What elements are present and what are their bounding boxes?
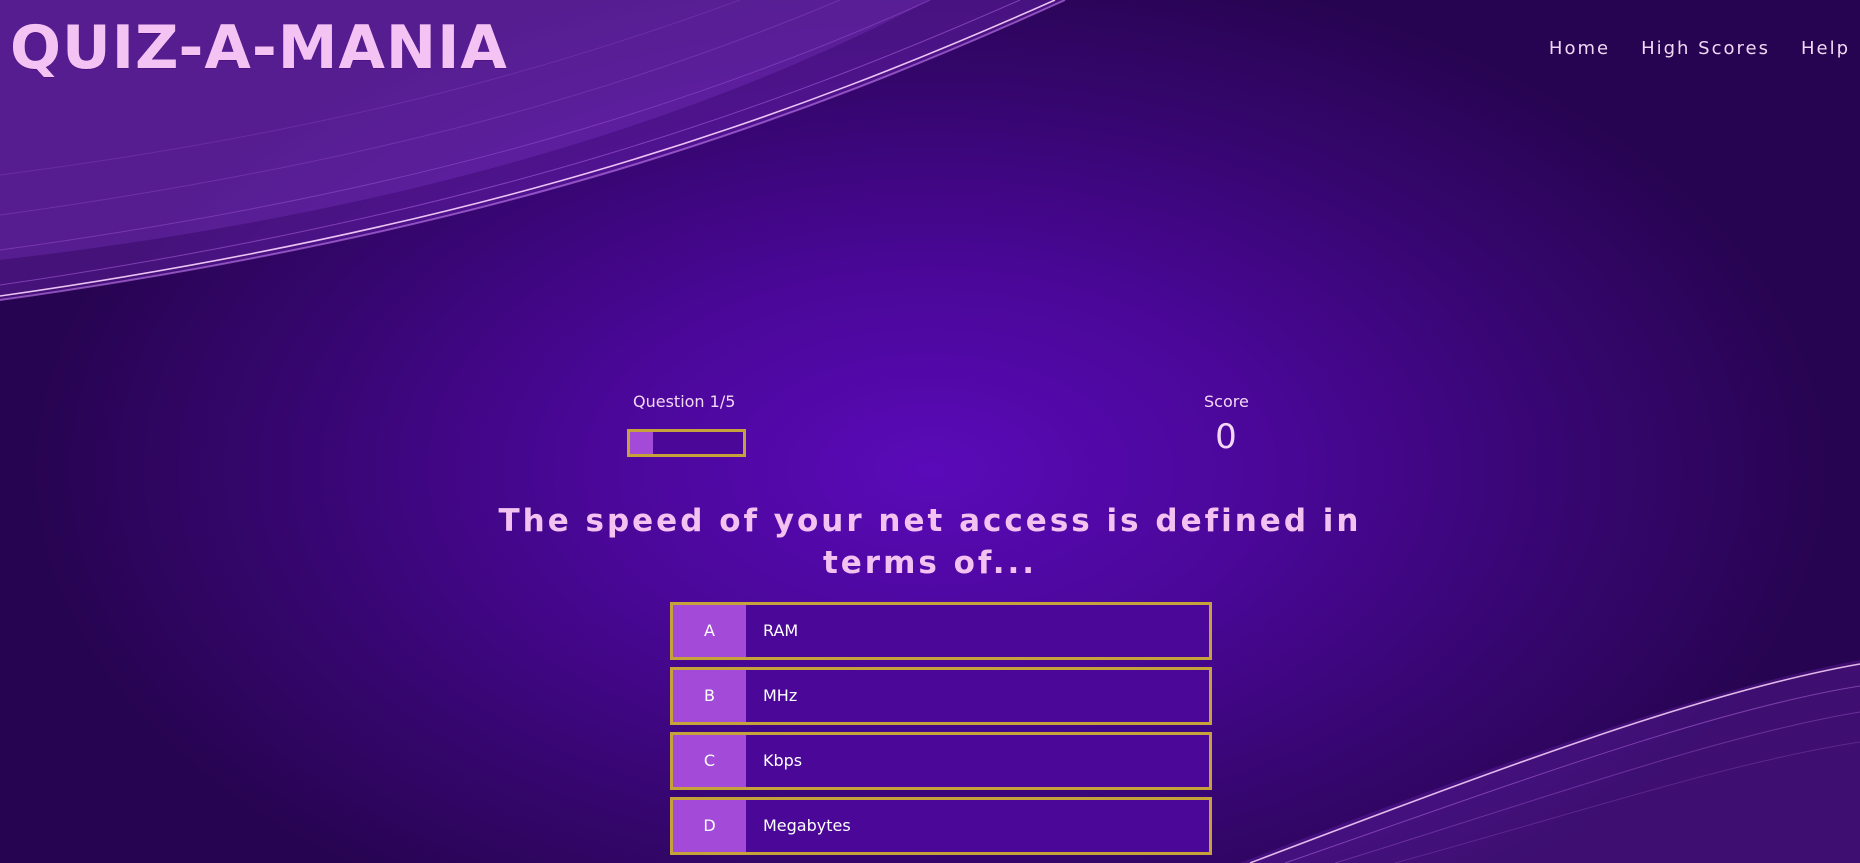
- nav-high-scores-link[interactable]: High Scores: [1641, 36, 1770, 62]
- choice-prefix: B: [673, 670, 746, 722]
- question-counter: Question 1/5: [633, 392, 736, 411]
- choice-text: Kbps: [763, 751, 803, 770]
- choice-prefix: C: [673, 735, 746, 787]
- main-nav: Home High Scores Help: [1549, 36, 1850, 62]
- nav-help-link[interactable]: Help: [1801, 36, 1850, 62]
- choice-prefix: D: [673, 800, 746, 852]
- score-label: Score: [1204, 392, 1249, 411]
- score-value: 0: [1215, 417, 1237, 457]
- choice-c[interactable]: C Kbps: [670, 732, 1212, 790]
- choice-text: MHz: [763, 686, 798, 705]
- progress-bar: [627, 429, 746, 457]
- choice-a[interactable]: A RAM: [670, 602, 1212, 660]
- choice-text: RAM: [763, 621, 799, 640]
- site-logo[interactable]: QUIZ-A-MANIA: [10, 6, 508, 90]
- choice-text: Megabytes: [763, 816, 851, 835]
- choice-list: A RAM B MHz C Kbps D Megabytes: [670, 602, 1212, 862]
- choice-prefix: A: [673, 605, 746, 657]
- choice-b[interactable]: B MHz: [670, 667, 1212, 725]
- progress-bar-fill: [630, 432, 653, 454]
- nav-home-link[interactable]: Home: [1549, 36, 1610, 62]
- question-text: The speed of your net access is defined …: [498, 503, 1362, 581]
- choice-d[interactable]: D Megabytes: [670, 797, 1212, 855]
